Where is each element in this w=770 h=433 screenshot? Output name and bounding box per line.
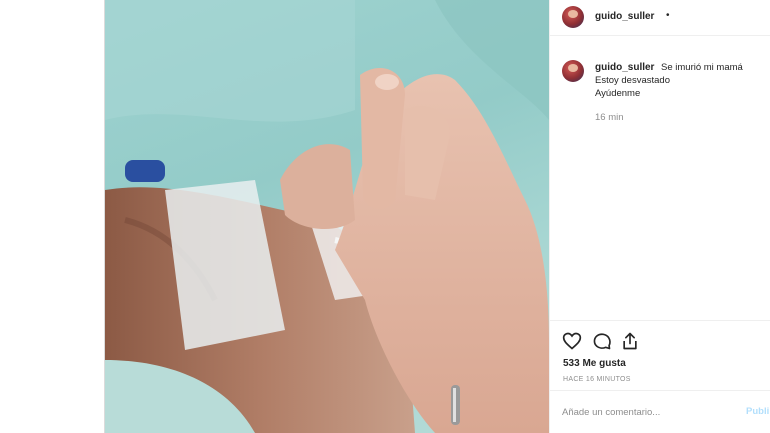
share-icon[interactable] [620,331,640,351]
publish-button[interactable]: Publi [746,406,769,417]
post-photo [105,0,549,433]
likes-count[interactable]: 533 Me gusta [563,358,626,369]
comment-icon[interactable] [592,331,612,351]
caption-line-3: Ayúdenme [595,88,641,99]
post-sidebar: guido_suller • guido_suller Se imurió mi… [549,0,770,433]
post-header: guido_suller • [550,0,770,36]
caption-line-1: Se imurió mi mamá [661,62,743,73]
photo-hands-hospital [105,0,549,433]
caption-username[interactable]: guido_suller [595,62,654,73]
header-username[interactable]: guido_suller [595,11,654,22]
header-separator: • [666,10,670,21]
heart-icon[interactable] [562,331,582,351]
post-time-ago: HACE 16 MINUTOS [563,376,631,383]
add-comment-bar: Publi [550,390,770,433]
caption-line-2: Estoy desvastado [595,75,670,86]
header-avatar[interactable] [562,6,584,28]
comment-input[interactable] [562,403,722,421]
caption-timestamp: 16 min [595,112,624,123]
instagram-post: guido_suller • guido_suller Se imurió mi… [104,0,770,433]
caption-avatar[interactable] [562,60,584,82]
